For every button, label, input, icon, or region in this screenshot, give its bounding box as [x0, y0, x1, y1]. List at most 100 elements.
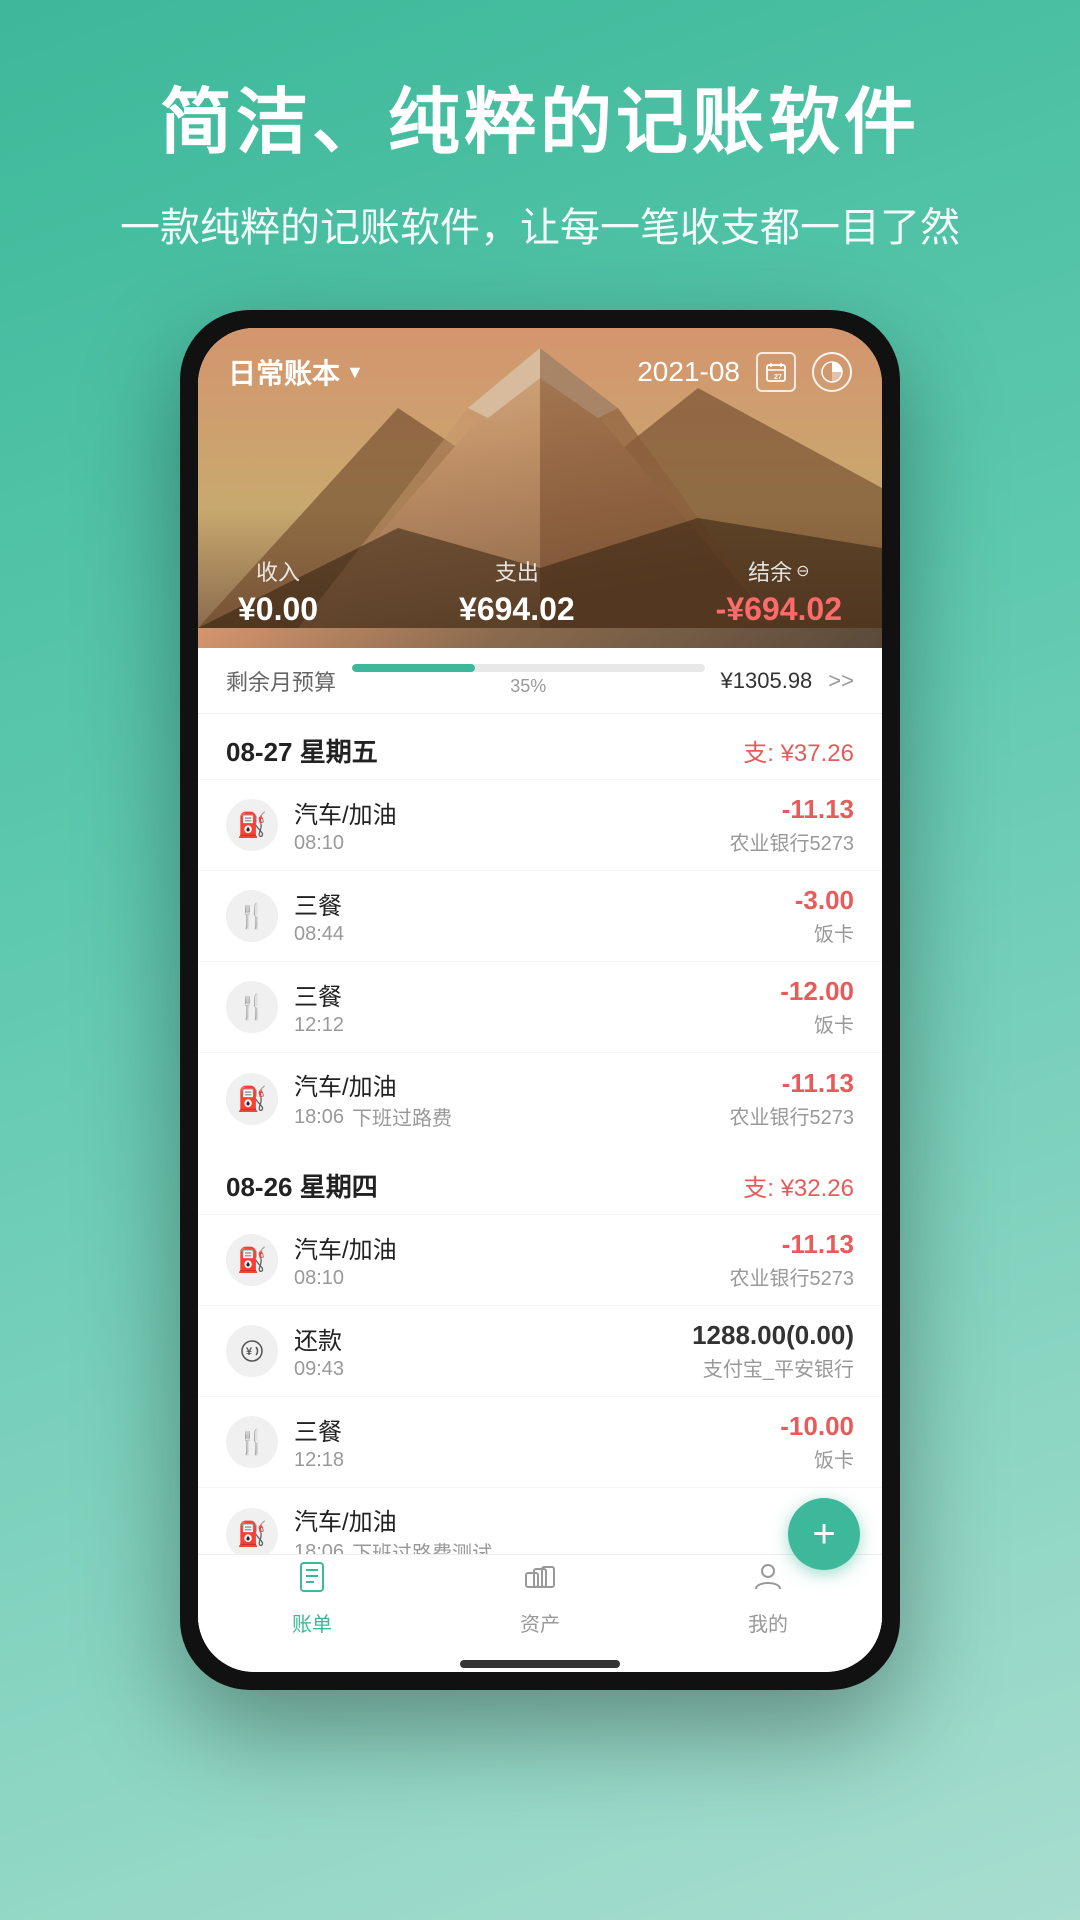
tx-item[interactable]: ⛽ 汽车/加油 08:10 -11.13 农业银行5273	[198, 779, 882, 870]
date-group-0826: 08-26 星期四 支: ¥32.26 ⛽ 汽车/加油 08:10 -11.13…	[198, 1149, 882, 1554]
dotted: ......	[500, 1543, 539, 1555]
budget-label: 剩余月预算	[226, 665, 336, 697]
budget-fill	[352, 664, 475, 672]
header-right: 2021-08 27	[637, 352, 852, 392]
tx-time: 08:44	[294, 923, 779, 946]
tx-account: 饭卡	[780, 1009, 854, 1038]
tx-item[interactable]: ¥ 还款 09:43 1288.00(0.00) 支付宝_平安银行	[198, 1305, 882, 1396]
home-indicator	[460, 1660, 620, 1668]
food-icon: 🍴	[226, 890, 278, 942]
expense-stat: 支出 ¥694.02	[459, 555, 575, 628]
tx-item[interactable]: ⛽ 汽车/加油 08:10 -11.13 农业银行5273	[198, 1214, 882, 1305]
balance-label: 结余 ⊖	[716, 555, 842, 587]
tx-name: 三餐	[294, 886, 779, 921]
tx-right: -3.00 饭卡	[795, 885, 854, 947]
budget-pct: 35%	[352, 676, 705, 697]
budget-amount: ¥1305.98	[721, 668, 813, 694]
gas-icon: ⛽	[226, 1234, 278, 1286]
date-0827: 08-27 星期五	[226, 732, 378, 769]
asset-label: 资产	[520, 1608, 560, 1637]
pie-chart-icon[interactable]	[812, 352, 852, 392]
svg-text:¥: ¥	[246, 1346, 253, 1358]
tx-right: -11.13 农业银行5273	[730, 1068, 855, 1130]
date-header-0827: 08-27 星期五 支: ¥37.26	[198, 714, 882, 779]
date-0826: 08-26 星期四	[226, 1167, 378, 1204]
tx-time-note: 18:06 下班过路费	[294, 1102, 714, 1131]
tx-right: -11.13 农业银行5273	[730, 1229, 855, 1291]
date-total-0826: 支: ¥32.26	[743, 1168, 854, 1203]
tx-time-note: 18:06 下班过路费测试 ......	[294, 1537, 781, 1554]
tx-account: 饭卡	[780, 1444, 854, 1473]
tx-info: 三餐 12:18	[294, 1412, 764, 1472]
repay-icon: ¥	[226, 1325, 278, 1377]
tx-time: 09:43	[294, 1358, 676, 1381]
phone-mockup: 日常账本 ▼ 2021-08 27	[180, 310, 900, 1690]
bill-label: 账单	[292, 1608, 332, 1637]
nav-bill[interactable]: 账单	[292, 1559, 332, 1637]
phone-screen: 日常账本 ▼ 2021-08 27	[198, 328, 882, 1672]
nav-asset[interactable]: 资产	[520, 1559, 560, 1637]
calendar-icon[interactable]: 27	[756, 352, 796, 392]
tx-account: 农业银行5273	[730, 1101, 855, 1130]
expense-value: ¥694.02	[459, 591, 575, 628]
tx-item[interactable]: 🍴 三餐 12:12 -12.00 饭卡	[198, 961, 882, 1052]
tx-account: 支付宝_平安银行	[692, 1353, 854, 1382]
income-value: ¥0.00	[238, 591, 318, 628]
header-date: 2021-08	[637, 356, 740, 388]
budget-arrow-icon[interactable]: >>	[828, 668, 854, 694]
tx-right: 1288.00(0.00) 支付宝_平安银行	[692, 1320, 854, 1382]
app-header: 日常账本 ▼ 2021-08 27	[198, 328, 882, 648]
add-fab[interactable]: +	[788, 1498, 860, 1570]
tx-item[interactable]: 🍴 三餐 08:44 -3.00 饭卡	[198, 870, 882, 961]
tx-name: 汽车/加油	[294, 795, 714, 830]
tx-info: 还款 09:43	[294, 1321, 676, 1381]
budget-progress: 35%	[352, 664, 705, 697]
account-name[interactable]: 日常账本 ▼	[228, 352, 364, 392]
svg-text:27: 27	[774, 374, 782, 381]
tx-note: 下班过路费测试	[352, 1537, 492, 1554]
tx-name: 三餐	[294, 1412, 764, 1447]
nav-profile[interactable]: 我的	[748, 1559, 788, 1637]
tx-time: 18:06	[294, 1106, 344, 1129]
tx-amount: -3.00	[795, 885, 854, 916]
tx-amount: -10.00	[780, 1411, 854, 1442]
budget-bar: 剩余月预算 35% ¥1305.98 >>	[198, 648, 882, 714]
tx-time: 18:06	[294, 1541, 344, 1554]
tx-name: 三餐	[294, 977, 764, 1012]
tx-right: -12.00 饭卡	[780, 976, 854, 1038]
tx-account: 农业银行5273	[730, 1262, 855, 1291]
budget-track	[352, 664, 705, 672]
gas-icon: ⛽	[226, 1508, 278, 1554]
expense-label: 支出	[459, 555, 575, 587]
tx-info: 汽车/加油 08:10	[294, 1230, 714, 1290]
tx-info: 汽车/加油 18:06 下班过路费	[294, 1067, 714, 1131]
tx-amount: -12.00	[780, 976, 854, 1007]
tx-time: 08:10	[294, 832, 714, 855]
page-header: 简洁、纯粹的记账软件 一款纯粹的记账软件，让每一笔收支都一目了然	[60, 80, 1020, 260]
tx-info: 三餐 12:12	[294, 977, 764, 1037]
tx-right: -11.13 农业银行5273	[730, 794, 855, 856]
gas-icon: ⛽	[226, 799, 278, 851]
tx-amount: -11.13	[730, 1068, 855, 1099]
profile-label: 我的	[748, 1608, 788, 1637]
tx-info: 汽车/加油 08:10	[294, 795, 714, 855]
tx-name: 汽车/加油	[294, 1230, 714, 1265]
date-group-0827: 08-27 星期五 支: ¥37.26 ⛽ 汽车/加油 08:10 -11.13…	[198, 714, 882, 1145]
tx-account: 农业银行5273	[730, 827, 855, 856]
tx-time: 12:12	[294, 1014, 764, 1037]
bill-icon	[294, 1559, 330, 1604]
app-body: 剩余月预算 35% ¥1305.98 >> 08-27 星期五 支: ¥37.2…	[198, 648, 882, 1672]
income-stat: 收入 ¥0.00	[238, 555, 318, 628]
app-header-top: 日常账本 ▼ 2021-08 27	[228, 352, 852, 392]
bottom-nav: 账单 资产	[198, 1554, 882, 1654]
tx-right: -10.00 饭卡	[780, 1411, 854, 1473]
food-icon: 🍴	[226, 1416, 278, 1468]
tx-name: 汽车/加油	[294, 1067, 714, 1102]
tx-item[interactable]: 🍴 三餐 12:18 -10.00 饭卡	[198, 1396, 882, 1487]
food-icon: 🍴	[226, 981, 278, 1033]
tx-item[interactable]: ⛽ 汽车/加油 18:06 下班过路费 -11.13 农业银行5273	[198, 1052, 882, 1145]
app-header-stats: 收入 ¥0.00 支出 ¥694.02 结余 ⊖ -¥694.02	[228, 555, 852, 628]
tx-time: 12:18	[294, 1449, 764, 1472]
account-chevron-icon: ▼	[346, 362, 364, 383]
tx-item[interactable]: ⛽ 汽车/加油 18:06 下班过路费测试 ...... -11 农业...	[198, 1487, 882, 1554]
